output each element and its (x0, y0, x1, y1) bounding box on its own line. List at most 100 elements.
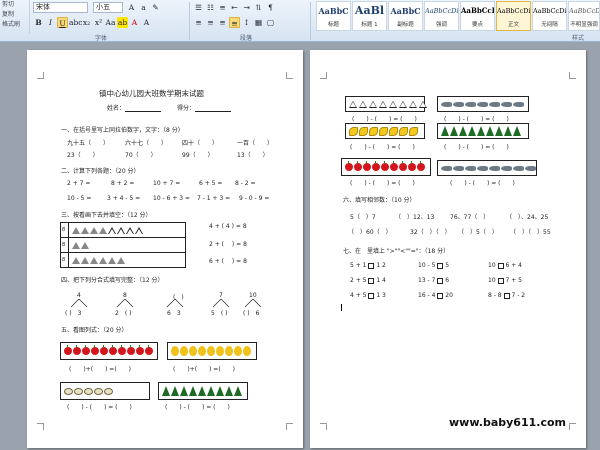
subscript-button[interactable]: x₂ (81, 17, 92, 28)
font-color-button[interactable]: A (129, 17, 140, 28)
triangle-outline (389, 100, 397, 108)
apple-icon (381, 161, 389, 171)
style-tile[interactable]: AaBbC 副标题 (388, 1, 423, 31)
tree-icon (207, 386, 215, 396)
char-shading-button[interactable]: A (141, 17, 152, 28)
strikethrough-button[interactable]: abc (69, 17, 82, 28)
triangle-filled (117, 257, 125, 264)
copy-button[interactable]: 复制 (0, 10, 29, 20)
pears-picture (167, 342, 257, 360)
tree-icon (477, 126, 485, 136)
q2-item: 8 - 2 = (235, 180, 256, 187)
triangles-picture (345, 96, 427, 112)
answer-box[interactable] (368, 277, 375, 284)
style-tile[interactable]: AaBbCcD 要点 (460, 1, 495, 31)
apple-icon (100, 345, 108, 355)
align-center-icon[interactable]: ≡ (205, 17, 216, 28)
answer-box[interactable] (437, 292, 444, 299)
font-name-select[interactable]: 宋体 (33, 2, 88, 13)
answer-box[interactable] (437, 277, 444, 284)
font-size-select[interactable]: 小五 (93, 2, 123, 13)
trees-picture (437, 123, 529, 139)
crop-mark (320, 423, 327, 430)
compare-right: 7 - 2 (511, 292, 526, 299)
crop-mark (569, 423, 576, 430)
fish-icon (477, 165, 488, 171)
section-3-heading: 三、按看画下去并填空：（12 分） (61, 212, 152, 219)
triangle-table: 8 8 8 (60, 222, 186, 268)
style-name: 标题 (327, 22, 339, 28)
style-tile-selected[interactable]: AaBbCcDi 正文 (496, 1, 531, 31)
align-right-icon[interactable]: ≡ (217, 17, 228, 28)
clear-format-icon[interactable]: ✎ (150, 2, 161, 13)
q1-item: 九十五（ ） (67, 140, 110, 147)
answer-box[interactable] (368, 262, 375, 269)
apple-icon (82, 345, 90, 355)
style-tile[interactable]: AaBbCcDi 强调 (424, 1, 459, 31)
q5-equation: ( ) - ( ) = ( ) (444, 144, 509, 151)
q1-item: 23（ ） (67, 152, 99, 159)
triangle-filled (81, 242, 89, 249)
apples-picture (341, 158, 431, 176)
compare-left: 10 (488, 262, 496, 269)
triangle-outline (399, 100, 407, 108)
triangle-outline (126, 227, 134, 234)
section-1-heading: 一、在括号里写上同拉伯数字，文字：（8 分） (61, 127, 184, 134)
bullets-icon[interactable]: ☰ (193, 2, 204, 13)
style-tile[interactable]: AaBl 标题 1 (352, 1, 387, 31)
sort-icon[interactable]: ⇅ (253, 2, 264, 13)
banana-icon (389, 126, 398, 136)
fish-icon (465, 101, 476, 107)
apple-icon (363, 161, 371, 171)
answer-box[interactable] (497, 277, 504, 284)
q5-equation: ( ) - ( ) = ( ) (450, 180, 515, 187)
shading-icon[interactable]: ▦ (253, 17, 264, 28)
compare-left: 10 (488, 277, 496, 284)
decrease-indent-icon[interactable]: ⇤ (229, 2, 240, 13)
show-marks-icon[interactable]: ¶ (265, 2, 276, 13)
align-left-icon[interactable]: ≡ (193, 17, 204, 28)
fish-icon (513, 101, 524, 107)
style-tile[interactable]: AaBbCcDi 不明显强调 (568, 1, 600, 31)
section-4-heading: 四、把下列分合式填写完整：（12 分） (61, 277, 164, 284)
borders-icon[interactable]: ▢ (265, 17, 276, 28)
triangle-filled (72, 257, 80, 264)
q2-item: 9 - 0 - 9 = (239, 195, 270, 202)
style-name: 无间隔 (541, 22, 558, 28)
compare-right: 20 (445, 292, 453, 299)
q2-item: 7 - 1 + 3 = (197, 195, 231, 202)
answer-box[interactable] (368, 292, 375, 299)
format-painter-button[interactable]: 格式刷 (0, 20, 29, 30)
answer-box[interactable] (437, 262, 444, 269)
section-5-heading: 五、看图列式：（20 分） (61, 327, 128, 334)
q3-equation: 6 + ( ) = 8 (209, 258, 247, 265)
style-name: 要点 (471, 22, 483, 28)
italic-button[interactable]: I (45, 17, 56, 28)
document-page-1[interactable]: 镇中心幼儿园大班数学期末试题 姓名： 得分： 一、在括号里写上同拉伯数字，文字：… (27, 50, 303, 448)
highlight-color-button[interactable]: ab (117, 17, 128, 28)
shrink-font-icon[interactable]: a (138, 2, 149, 13)
document-page-2[interactable]: ( ) - ( ) = ( ) ( ) - ( ) = ( ) ( ) - ( … (310, 50, 586, 448)
apples-picture (60, 342, 158, 360)
justify-icon[interactable]: ≡ (229, 17, 240, 28)
superscript-button[interactable]: x² (93, 17, 104, 28)
change-case-button[interactable]: Aa (105, 17, 116, 28)
tree-icon (459, 126, 467, 136)
apple-icon (372, 161, 380, 171)
answer-box[interactable] (497, 262, 504, 269)
line-spacing-icon[interactable]: ↕ (241, 17, 252, 28)
apple-icon (136, 345, 144, 355)
style-tile[interactable]: AaBbC 标题 (316, 1, 351, 31)
cut-button[interactable]: 剪切 (0, 0, 29, 10)
q3-equation: 4 + ( 4 ) = 8 (209, 223, 247, 230)
increase-indent-icon[interactable]: ⇥ (241, 2, 252, 13)
multilevel-list-icon[interactable]: ≡ (217, 2, 228, 13)
grow-font-icon[interactable]: A (126, 2, 137, 13)
underline-button[interactable]: U (57, 17, 68, 28)
numbering-icon[interactable]: ☷ (205, 2, 216, 13)
tree-icon (189, 386, 197, 396)
answer-box[interactable] (503, 292, 510, 299)
style-tile[interactable]: AaBbCcDi 无间隔 (532, 1, 567, 31)
bold-button[interactable]: B (33, 17, 44, 28)
triangle-outline (409, 100, 417, 108)
